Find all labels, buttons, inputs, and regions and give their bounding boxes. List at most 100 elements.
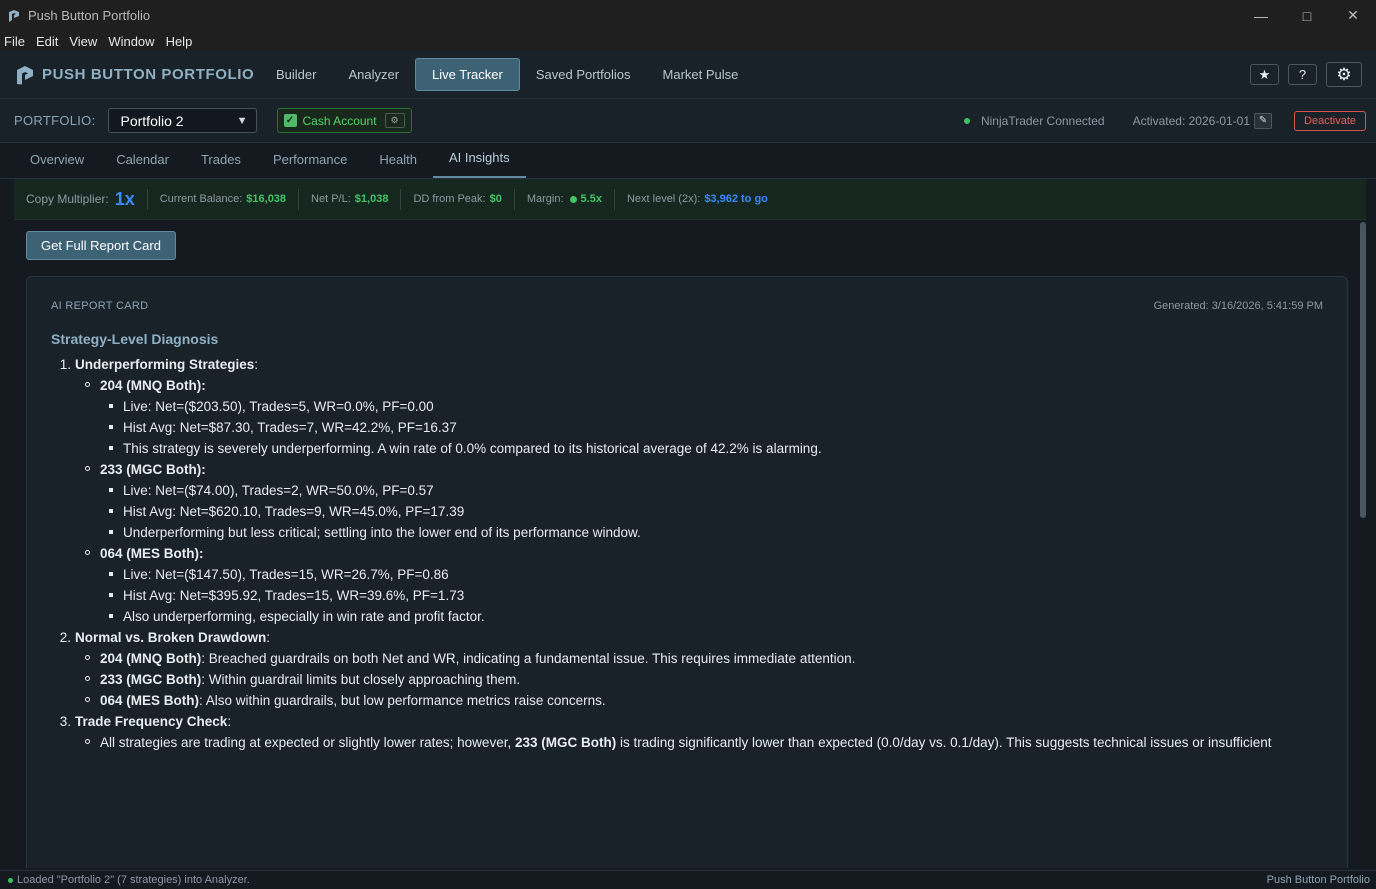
list-item: 2. Normal vs. Broken Drawdown:	[51, 630, 1341, 645]
detail-text: Hist Avg: Net=$87.30, Trades=7, WR=42.2%…	[123, 420, 457, 435]
nav-tab-market-pulse[interactable]: Market Pulse	[647, 59, 755, 90]
app-logo-icon	[17, 65, 33, 84]
brand-name: PUSH BUTTON PORTFOLIO	[42, 66, 255, 83]
drawdown-item: 233 (MGC Both): Within guardrail limits …	[51, 672, 1341, 687]
report-body: Strategy-Level Diagnosis 1. Underperform…	[51, 331, 1341, 756]
bullet	[109, 509, 113, 513]
strategy-name: 204 (MNQ Both)	[100, 651, 202, 666]
nav-tab-builder[interactable]: Builder	[260, 59, 332, 90]
drawdown-text: : Breached guardrails on both Net and WR…	[201, 651, 856, 666]
detail-line: Hist Avg: Net=$87.30, Trades=7, WR=42.2%…	[51, 420, 1341, 435]
cash-account-toggle[interactable]: ✓ Cash Account ⚙	[276, 108, 412, 133]
report-heading: AI REPORT CARD	[51, 300, 149, 312]
chevron-down-icon: ▼	[236, 114, 248, 127]
portfolio-select[interactable]: Portfolio 2 ▼	[107, 108, 257, 133]
dd-from-peak-value: $0	[489, 193, 502, 205]
minimize-icon[interactable]: —	[1238, 0, 1284, 31]
strategy-name: 233 (MGC Both)	[514, 735, 617, 750]
strategy-name-suffix: :	[201, 462, 206, 477]
menu-view[interactable]: View	[69, 34, 97, 49]
detail-text: Hist Avg: Net=$395.92, Trades=15, WR=39.…	[123, 588, 465, 603]
footer-app-name: Push Button Portfolio	[1266, 874, 1370, 886]
get-full-report-button[interactable]: Get Full Report Card	[26, 231, 176, 260]
scrollbar[interactable]	[1360, 222, 1366, 518]
maximize-icon[interactable]: □	[1284, 0, 1330, 31]
net-pl: Net P/L: $1,038	[311, 188, 402, 210]
next-level-value: $3,962 to go	[704, 193, 768, 205]
app-logo-icon	[9, 9, 19, 22]
bullet	[85, 382, 90, 387]
status-footer: Loaded "Portfolio 2" (7 strategies) into…	[0, 870, 1376, 889]
detail-text: Live: Net=($203.50), Trades=5, WR=0.0%, …	[123, 399, 434, 414]
portfolio-bar: PORTFOLIO: Portfolio 2 ▼ ✓ Cash Account …	[0, 99, 1376, 143]
current-balance: Current Balance: $16,038	[160, 188, 300, 210]
tab-overview[interactable]: Overview	[14, 152, 100, 178]
margin-value: 5.5x	[580, 193, 602, 205]
next-level-label: Next level (2x):	[626, 193, 701, 205]
tab-health[interactable]: Health	[363, 152, 433, 178]
tab-ai-insights[interactable]: AI Insights	[432, 150, 526, 178]
list-title-suffix: :	[266, 630, 271, 645]
dd-from-peak: DD from Peak: $0	[413, 188, 515, 210]
frequency-line: All strategies are trading at expected o…	[100, 735, 1272, 750]
report-generated: Generated: 3/16/2026, 5:41:59 PM	[1153, 300, 1323, 312]
bullet	[109, 530, 113, 534]
frequency-text-post: is trading significantly lower than expe…	[616, 735, 1272, 750]
copy-multiplier-label: Copy Multiplier:	[26, 192, 109, 206]
sun-icon[interactable]: ★	[1250, 64, 1279, 85]
help-icon[interactable]: ?	[1288, 64, 1317, 85]
drawdown-text: : Within guardrail limits but closely ap…	[201, 672, 521, 687]
menu-file[interactable]: File	[4, 34, 25, 49]
drawdown-item: 204 (MNQ Both): Breached guardrails on b…	[51, 651, 1341, 666]
list-number: 3.	[59, 714, 71, 729]
menu-help[interactable]: Help	[166, 34, 193, 49]
list-number: 2.	[59, 630, 71, 645]
net-pl-label: Net P/L:	[311, 193, 351, 205]
strategy-name: 233 (MGC Both)	[100, 462, 202, 477]
gear-icon[interactable]: ⚙	[1326, 62, 1362, 87]
gear-icon[interactable]: ⚙	[384, 113, 405, 128]
deactivate-button[interactable]: Deactivate	[1294, 110, 1366, 131]
drawdown-item: 064 (MES Both): Also within guardrails, …	[51, 693, 1341, 708]
strategy-name: 064 (MES Both)	[100, 546, 200, 561]
current-balance-value: $16,038	[246, 193, 287, 205]
detail-text: Underperforming but less critical; settl…	[123, 525, 641, 540]
strategy-name: 064 (MES Both)	[100, 693, 200, 708]
menu-edit[interactable]: Edit	[36, 34, 58, 49]
list-title-suffix: :	[254, 357, 259, 372]
bullet	[109, 404, 113, 408]
portfolio-select-value: Portfolio 2	[120, 112, 184, 129]
sub-tabs: Overview Calendar Trades Performance Hea…	[0, 143, 1376, 179]
status-strip: Copy Multiplier: 1x Current Balance: $16…	[14, 179, 1366, 220]
connection-status: NinjaTrader Connected	[980, 113, 1105, 128]
checkbox-icon[interactable]: ✓	[283, 114, 297, 127]
tab-trades[interactable]: Trades	[185, 152, 257, 178]
strategy-item: 064 (MES Both):	[51, 546, 1341, 561]
drawdown-line: 204 (MNQ Both): Breached guardrails on b…	[100, 651, 855, 666]
list-item: 3. Trade Frequency Check:	[51, 714, 1341, 729]
bullet	[109, 446, 113, 450]
close-icon[interactable]: ✕	[1330, 0, 1376, 31]
strategy-name: 233 (MGC Both)	[100, 672, 202, 687]
nav-tab-analyzer[interactable]: Analyzer	[332, 59, 415, 90]
menu-window[interactable]: Window	[108, 34, 154, 49]
tab-calendar[interactable]: Calendar	[100, 152, 185, 178]
bullet	[85, 550, 90, 555]
detail-text: Live: Net=($74.00), Trades=2, WR=50.0%, …	[123, 483, 434, 498]
portfolio-label: PORTFOLIO:	[14, 113, 96, 128]
pencil-icon[interactable]: ✎	[1254, 112, 1273, 129]
cash-account-label: Cash Account	[302, 113, 377, 128]
bullet	[109, 572, 113, 576]
detail-line: This strategy is severely underperformin…	[51, 441, 1341, 456]
brand: PUSH BUTTON PORTFOLIO	[14, 64, 260, 86]
margin: Margin: 5.5x	[527, 188, 615, 210]
nav-tab-live-tracker[interactable]: Live Tracker	[415, 58, 520, 91]
margin-status-dot	[569, 195, 577, 203]
tab-performance[interactable]: Performance	[257, 152, 363, 178]
drawdown-line: 064 (MES Both): Also within guardrails, …	[100, 693, 606, 708]
bullet	[85, 466, 90, 471]
strategy-item: 233 (MGC Both):	[51, 462, 1341, 477]
connection-dot	[963, 117, 970, 124]
drawdown-text: : Also within guardrails, but low perfor…	[199, 693, 606, 708]
nav-tab-saved-portfolios[interactable]: Saved Portfolios	[520, 59, 647, 90]
